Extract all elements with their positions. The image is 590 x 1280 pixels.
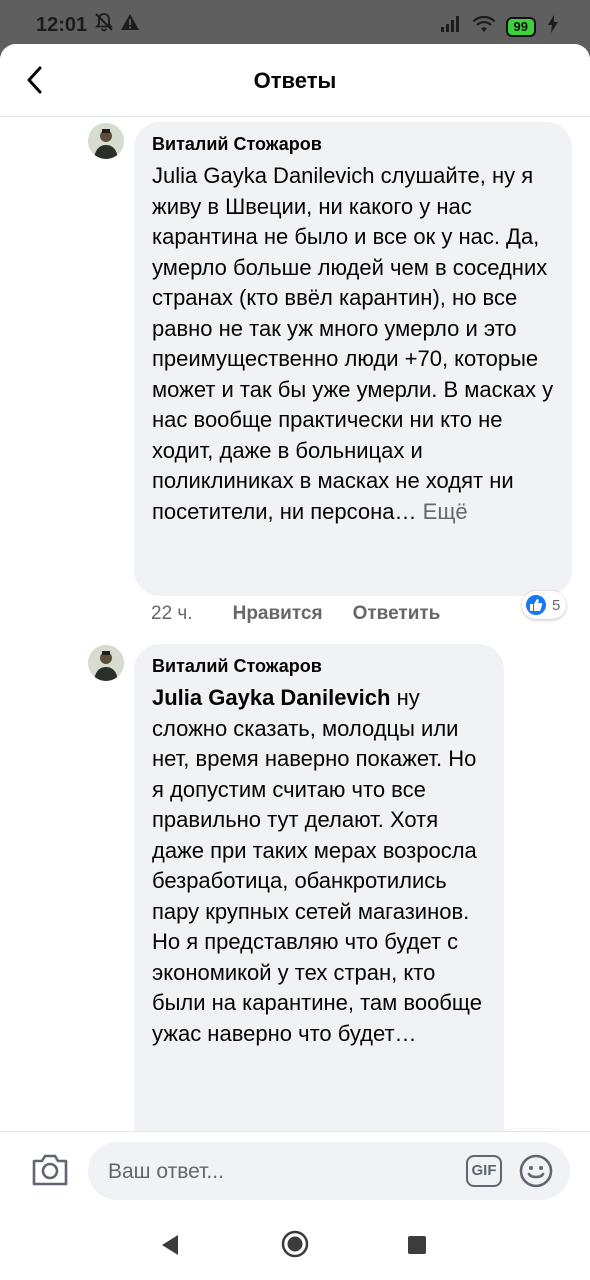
comment-author[interactable]: Виталий Стожаров <box>152 134 554 155</box>
nav-back-button[interactable] <box>160 1234 180 1261</box>
nav-recents-button[interactable] <box>408 1236 426 1254</box>
reply-composer: GIF <box>0 1131 590 1210</box>
comment-mention[interactable]: Julia Gayka Danilevich <box>152 163 375 188</box>
home-circle-icon <box>281 1230 309 1258</box>
reply-input-container: GIF <box>88 1142 570 1202</box>
comment-time[interactable]: 22 ч. <box>151 603 193 625</box>
avatar[interactable] <box>88 123 124 159</box>
comment-text: Julia Gayka Danilevich ну сложно сказать… <box>152 683 486 1049</box>
header: Ответы <box>0 44 590 117</box>
emoji-button[interactable] <box>518 1153 554 1189</box>
nav-home-button[interactable] <box>281 1230 309 1263</box>
reaction-count: 5 <box>552 596 561 614</box>
wifi-icon <box>472 15 496 38</box>
camera-button[interactable] <box>30 1152 70 1188</box>
like-button[interactable]: Нравится <box>233 603 323 625</box>
status-bar: 12:01 99 <box>0 0 590 48</box>
comment-mention[interactable]: Julia Gayka Danilevich <box>152 685 390 710</box>
bell-off-icon <box>94 12 114 37</box>
comments-list: Виталий Стожаров Julia Gayka Danilevich … <box>0 117 590 1131</box>
page-title: Ответы <box>253 68 337 93</box>
like-reaction-icon <box>524 593 548 617</box>
see-more-link[interactable]: Ещё <box>423 499 468 524</box>
warning-icon <box>120 12 140 37</box>
triangle-back-icon <box>162 1235 178 1255</box>
charging-icon <box>546 14 560 39</box>
smiley-icon <box>519 1154 553 1188</box>
avatar[interactable] <box>88 645 124 681</box>
status-left-icons <box>94 12 140 37</box>
battery-indicator: 99 <box>505 16 536 37</box>
comment-bubble[interactable]: Виталий Стожаров Julia Gayka Danilevich … <box>134 122 572 596</box>
comment-author[interactable]: Виталий Стожаров <box>152 656 486 677</box>
comment-actions: 22 ч. Нравится Ответить <box>151 603 440 625</box>
reply-button[interactable]: Ответить <box>353 603 441 625</box>
reaction-summary[interactable]: 5 <box>522 591 567 619</box>
camera-icon <box>32 1154 68 1186</box>
status-right-icons: 99 <box>440 14 560 39</box>
status-time: 12:01 <box>36 14 88 36</box>
comment-text: Julia Gayka Danilevich слушайте, ну я жи… <box>152 161 554 527</box>
comment-body: ну сложно сказать, молодцы или нет, врем… <box>152 685 482 1046</box>
replies-sheet: Ответы Виталий Стожаров Julia Gayka Dani… <box>0 44 590 1210</box>
signal-icon <box>440 15 462 38</box>
gif-button[interactable]: GIF <box>466 1155 502 1187</box>
comment-bubble[interactable]: Виталий Стожаров Julia Gayka Danilevich … <box>134 644 504 1131</box>
reply-input[interactable] <box>106 1142 450 1202</box>
comment-body: слушайте, ну я живу в Швеции, ни какого … <box>152 163 554 524</box>
system-nav-bar <box>0 1210 590 1280</box>
